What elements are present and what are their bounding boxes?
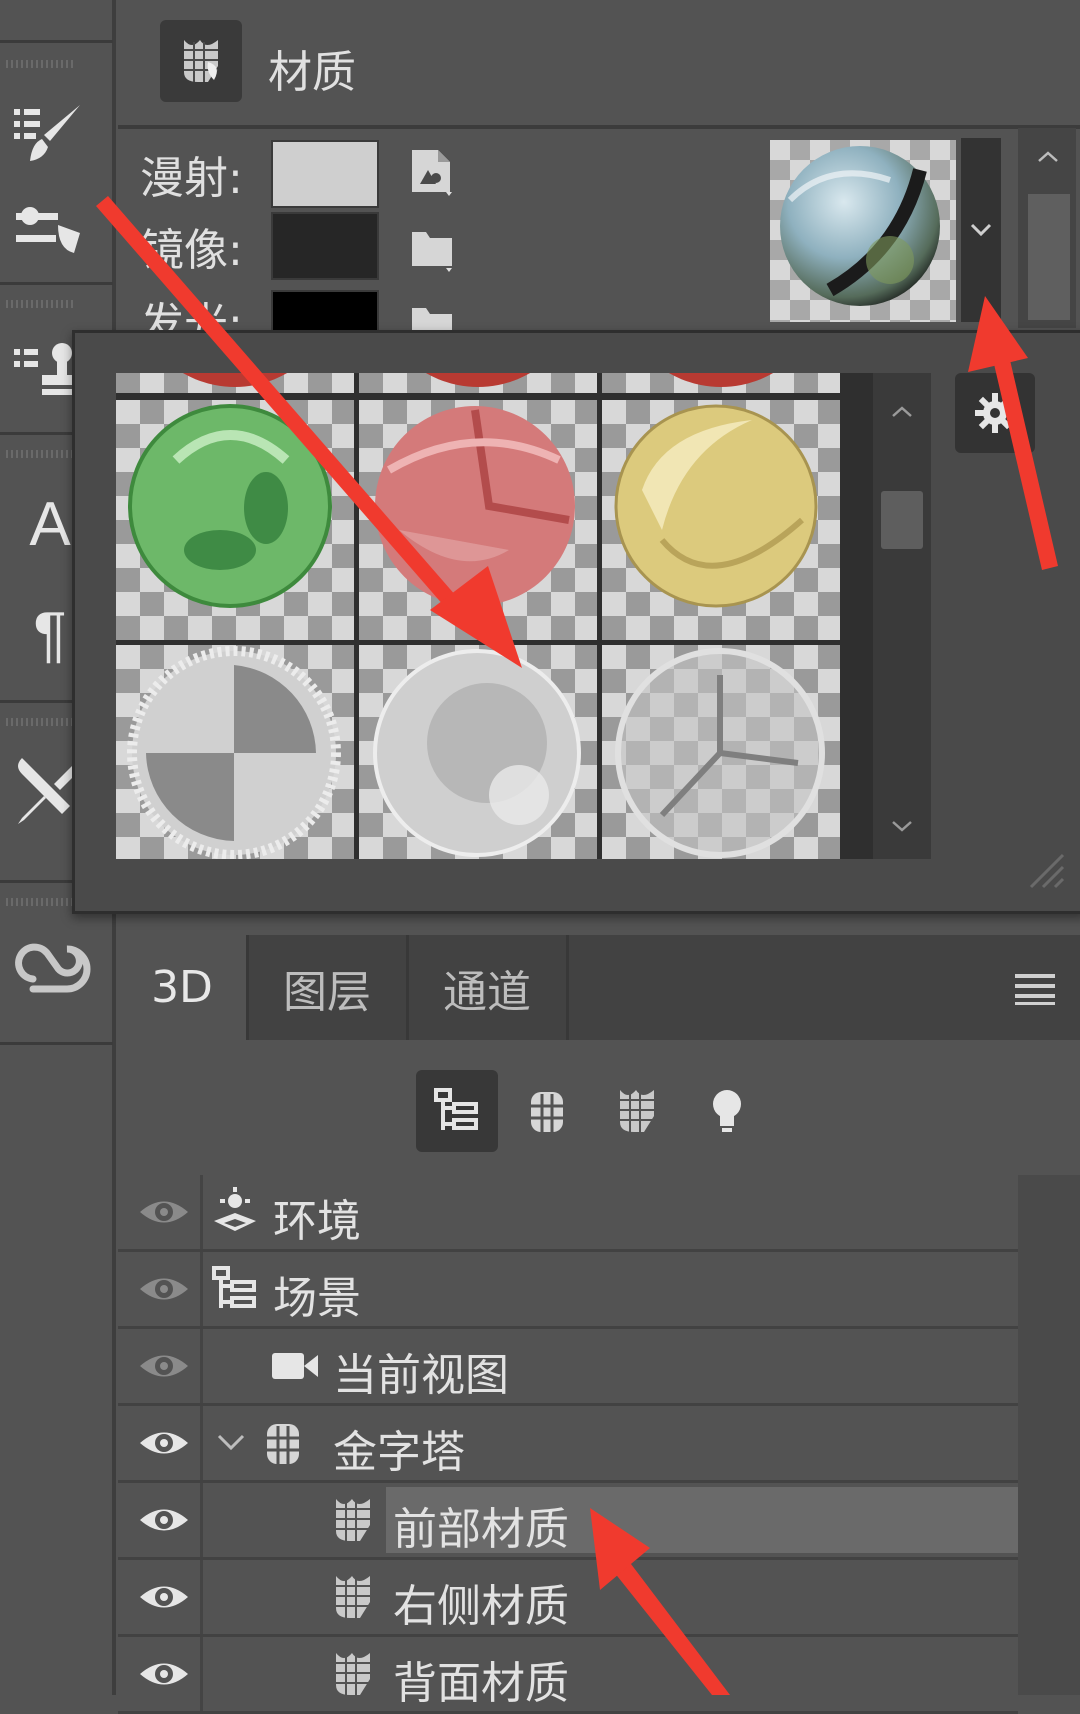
material-picker-popup xyxy=(72,330,1080,914)
material-swatch-red-partial[interactable] xyxy=(116,373,354,393)
brush-presets-icon[interactable] xyxy=(0,90,100,170)
material-filter-icon[interactable] xyxy=(596,1070,678,1152)
folder-icon[interactable] xyxy=(408,224,458,278)
properties-header: 材质 xyxy=(118,0,1080,129)
tab-channels[interactable]: 通道 xyxy=(408,935,569,1040)
specular-color-swatch[interactable] xyxy=(271,212,379,280)
list-item[interactable]: 右侧材质 xyxy=(118,1560,1018,1637)
picker-scrollbar[interactable] xyxy=(873,373,931,859)
scene-icon xyxy=(212,1266,256,1308)
material-swatch-red-glass[interactable] xyxy=(359,400,597,640)
adjustments-icon[interactable] xyxy=(0,190,100,270)
gear-icon[interactable] xyxy=(955,373,1035,453)
material-swatch-frosted[interactable] xyxy=(359,645,597,859)
scene-list-scrollbar[interactable] xyxy=(1018,1175,1080,1695)
material-icon xyxy=(336,1576,370,1618)
visibility-eye-icon[interactable] xyxy=(136,1189,192,1235)
material-swatch-gold-glass[interactable] xyxy=(602,400,840,640)
chevron-down-icon xyxy=(892,821,912,832)
visibility-eye-icon[interactable] xyxy=(136,1651,192,1697)
tab-3d[interactable]: 3D xyxy=(118,935,249,1040)
scene-filter-bar xyxy=(118,1040,1080,1170)
texture-file-icon[interactable] xyxy=(408,146,458,200)
visibility-eye-icon[interactable] xyxy=(136,1420,192,1466)
material-swatch-checker[interactable] xyxy=(116,645,354,859)
environment-icon xyxy=(214,1187,256,1231)
material-preview-thumbnail[interactable] xyxy=(770,140,956,322)
scene-filter-icon[interactable] xyxy=(416,1070,498,1152)
material-swatch-clear[interactable] xyxy=(602,645,840,859)
list-item[interactable]: 金字塔 xyxy=(118,1406,1018,1483)
diffuse-color-swatch[interactable] xyxy=(271,140,379,208)
diffuse-label: 漫射: xyxy=(140,153,243,204)
visibility-eye-icon[interactable] xyxy=(136,1574,192,1620)
material-icon[interactable] xyxy=(160,20,242,102)
mesh-icon xyxy=(267,1424,299,1464)
visibility-eye-icon[interactable] xyxy=(136,1343,192,1389)
light-filter-icon[interactable] xyxy=(686,1070,768,1152)
panel-tabs: 3D 图层 通道 xyxy=(118,935,1080,1040)
chevron-up-icon xyxy=(892,406,912,417)
scrollbar-thumb[interactable] xyxy=(1028,194,1070,320)
material-grid xyxy=(116,373,912,859)
mesh-filter-icon[interactable] xyxy=(506,1070,588,1152)
list-item[interactable]: 环境 xyxy=(118,1175,1018,1252)
visibility-eye-icon[interactable] xyxy=(136,1266,192,1312)
material-swatch-red-partial[interactable] xyxy=(602,373,840,393)
material-icon xyxy=(336,1499,370,1541)
chevron-down-icon[interactable] xyxy=(216,1432,246,1452)
scene-tree: 环境 场景 当前视图 金字塔 前部材质 右侧材质 背面材质 xyxy=(118,1175,1018,1714)
list-item-selected[interactable]: 前部材质 xyxy=(118,1483,1018,1560)
tab-layers[interactable]: 图层 xyxy=(248,935,409,1040)
material-icon xyxy=(336,1653,370,1695)
chevron-down-icon[interactable] xyxy=(961,138,1001,322)
list-item[interactable]: 当前视图 xyxy=(118,1329,1018,1406)
scrollbar-thumb[interactable] xyxy=(881,491,923,549)
panel-title: 材质 xyxy=(268,47,356,98)
specular-label: 镜像: xyxy=(140,225,243,276)
camera-icon xyxy=(272,1353,318,1379)
properties-scrollbar[interactable] xyxy=(1018,128,1076,328)
list-item[interactable]: 场景 xyxy=(118,1252,1018,1329)
list-item[interactable]: 背面材质 xyxy=(118,1637,1018,1714)
panel-menu-icon[interactable] xyxy=(1013,970,1057,1006)
resize-grip-icon[interactable] xyxy=(1027,851,1067,891)
visibility-eye-icon[interactable] xyxy=(136,1497,192,1543)
creative-cloud-icon[interactable] xyxy=(0,925,100,1005)
material-swatch-green[interactable] xyxy=(116,400,354,640)
material-swatch-red-partial[interactable] xyxy=(359,373,597,393)
